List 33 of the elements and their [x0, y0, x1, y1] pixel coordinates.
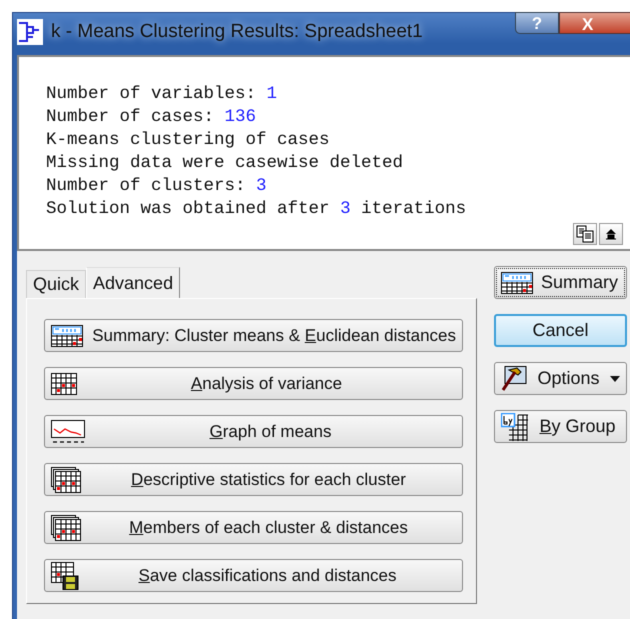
dialog-button[interactable]: By Group	[494, 410, 627, 443]
by-group-icon	[501, 412, 529, 440]
expand-button[interactable]	[599, 223, 623, 245]
output-line: Number of clusters: 3	[46, 175, 268, 198]
dialog-button[interactable]: Options	[494, 362, 627, 395]
action-button[interactable]: Members of each cluster & distances	[44, 511, 463, 544]
tables-icon	[51, 466, 81, 492]
close-button[interactable]: X	[559, 12, 630, 34]
tab[interactable]: Advanced	[86, 267, 180, 298]
up-arrow-icon	[605, 227, 617, 241]
dialog-button[interactable]: Cancel	[494, 314, 627, 347]
hammer-icon	[501, 366, 527, 392]
action-button[interactable]: Save classifications and distances	[44, 559, 463, 592]
copy-icon	[576, 225, 594, 243]
save-table-icon	[51, 562, 79, 590]
action-button[interactable]: Analysis of variance	[44, 367, 463, 400]
action-button[interactable]: Graph of means	[44, 415, 463, 448]
action-button[interactable]: Summary: Cluster means & Euclidean distances	[44, 319, 463, 352]
output-line: Missing data were casewise deleted	[46, 152, 404, 175]
table-icon	[51, 324, 83, 346]
tables-icon	[51, 514, 81, 540]
chart-icon	[51, 420, 85, 444]
output-line: Solution was obtained after 3 iterations	[46, 198, 468, 221]
table-icon	[501, 272, 533, 294]
window-title: k - Means Clustering Results: Spreadsheet1	[51, 21, 423, 43]
output-line: Number of variables: 1	[46, 83, 278, 106]
action-button[interactable]: Descriptive statistics for each cluster	[44, 463, 463, 496]
dialog-button[interactable]: Summary	[494, 266, 627, 299]
grid-icon	[51, 372, 77, 394]
output-line: K-means clustering of cases	[46, 129, 331, 152]
tab[interactable]: Quick	[26, 270, 86, 298]
copy-button[interactable]	[573, 223, 597, 245]
output-line: Number of cases: 136	[46, 106, 258, 129]
